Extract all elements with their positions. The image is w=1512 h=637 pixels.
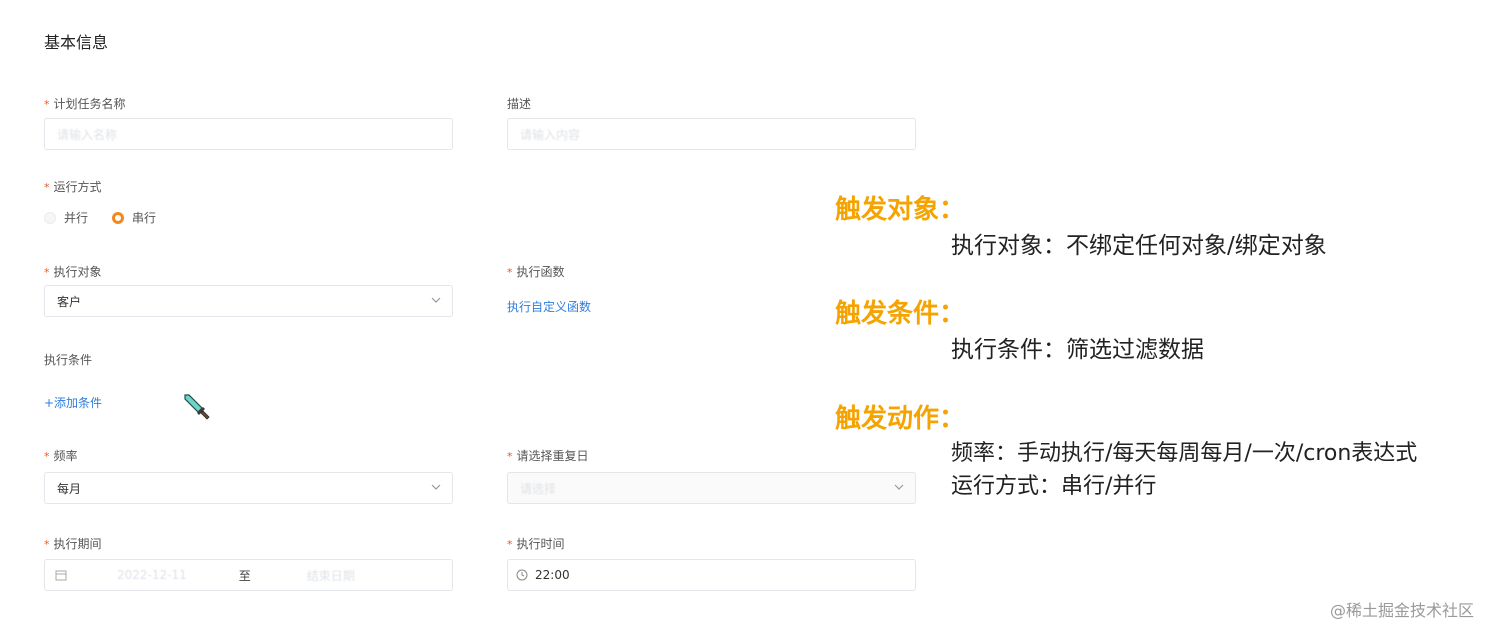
repeat-day-label: * 请选择重复日 bbox=[507, 449, 589, 463]
task-name-label: * 计划任务名称 bbox=[44, 97, 126, 111]
function-label: * 执行函数 bbox=[507, 265, 565, 279]
frequency-label: * 频率 bbox=[44, 449, 78, 463]
radio-serial[interactable]: 串行 bbox=[112, 209, 156, 226]
chevron-down-icon bbox=[431, 297, 441, 303]
time-value: 22:00 bbox=[535, 568, 570, 582]
trigger-object-heading: 触发对象： bbox=[835, 195, 966, 225]
period-separator: 至 bbox=[238, 568, 251, 583]
chevron-down-icon bbox=[431, 484, 441, 490]
trigger-action-heading: 触发动作： bbox=[835, 404, 966, 434]
trigger-condition-text: 执行条件：筛选过滤数据 bbox=[951, 337, 1204, 363]
condition-label: 执行条件 bbox=[44, 353, 93, 367]
period-label: * 执行期间 bbox=[44, 537, 102, 551]
sword-cursor-icon bbox=[184, 394, 210, 420]
trigger-condition-heading: 触发条件： bbox=[835, 299, 966, 329]
repeat-day-placeholder: 请选择 bbox=[520, 481, 557, 496]
section-title: 基本信息 bbox=[44, 33, 109, 52]
clock-icon bbox=[516, 569, 528, 581]
radio-parallel[interactable]: 并行 bbox=[44, 209, 88, 226]
period-start-placeholder: 2022-12-11 bbox=[117, 568, 187, 582]
chevron-down-icon bbox=[894, 484, 904, 490]
required-mark: * bbox=[44, 98, 50, 111]
time-label: * 执行时间 bbox=[507, 537, 565, 551]
watermark: @稀土掘金技术社区 bbox=[1330, 601, 1475, 620]
target-label: * 执行对象 bbox=[44, 265, 102, 279]
custom-function-link[interactable]: 执行自定义函数 bbox=[507, 298, 591, 315]
target-value: 客户 bbox=[57, 294, 82, 309]
time-picker[interactable]: 22:00 bbox=[507, 559, 916, 591]
task-name-placeholder: 请输入名称 bbox=[57, 127, 118, 142]
target-select[interactable]: 客户 bbox=[44, 285, 453, 317]
radio-serial-circle bbox=[112, 211, 125, 224]
description-input[interactable]: 请输入内容 bbox=[507, 118, 916, 150]
run-mode-label: * 运行方式 bbox=[44, 180, 102, 194]
period-range-picker[interactable]: 2022-12-11 至 结束日期 bbox=[44, 559, 453, 591]
trigger-action-line-2: 运行方式：串行/并行 bbox=[951, 474, 1157, 499]
radio-parallel-circle bbox=[44, 211, 56, 224]
trigger-action-line-1: 频率：手动执行/每天每周每月/一次/cron表达式 bbox=[951, 441, 1418, 466]
frequency-select[interactable]: 每月 bbox=[44, 472, 453, 504]
description-label: 描述 bbox=[507, 97, 532, 111]
calendar-icon bbox=[55, 570, 67, 581]
trigger-object-text: 执行对象：不绑定任何对象/绑定对象 bbox=[951, 233, 1327, 259]
repeat-day-select[interactable]: 请选择 bbox=[507, 472, 916, 504]
task-name-input[interactable]: 请输入名称 bbox=[44, 118, 453, 150]
period-end-placeholder: 结束日期 bbox=[306, 568, 355, 583]
description-placeholder: 请输入内容 bbox=[520, 127, 581, 142]
add-condition-link[interactable]: +添加条件 bbox=[44, 394, 102, 411]
frequency-value: 每月 bbox=[57, 481, 82, 496]
run-mode-radio-group: 并行 串行 bbox=[44, 209, 180, 226]
